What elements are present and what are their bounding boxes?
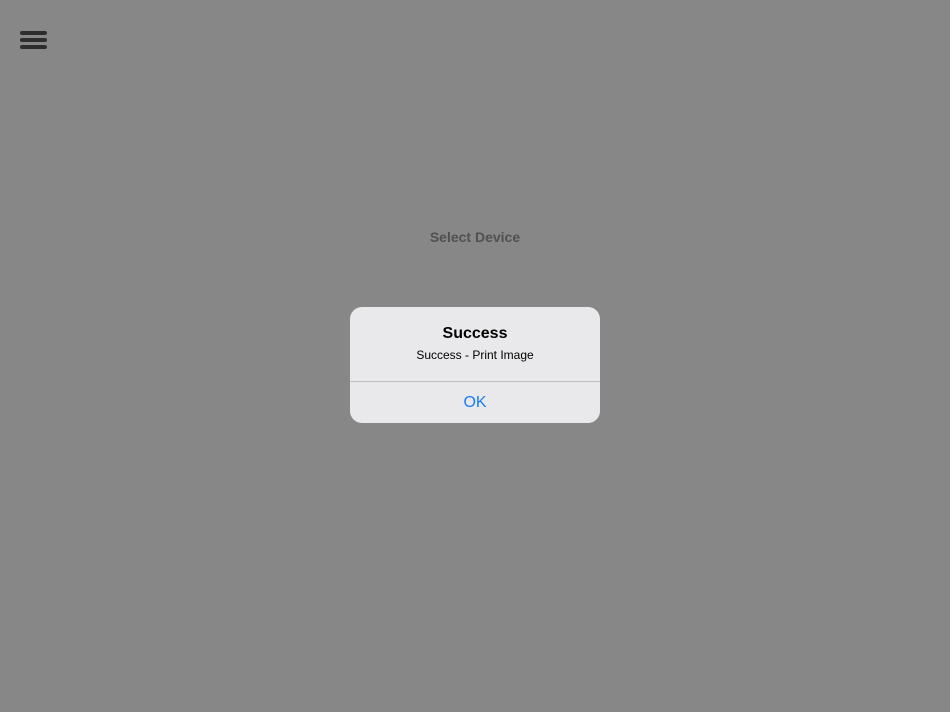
alert-title: Success <box>442 325 508 342</box>
ok-button[interactable]: OK <box>350 382 600 423</box>
alert-message: Success - Print Image <box>416 348 534 362</box>
success-alert-dialog: Success Success - Print Image OK <box>350 307 600 423</box>
